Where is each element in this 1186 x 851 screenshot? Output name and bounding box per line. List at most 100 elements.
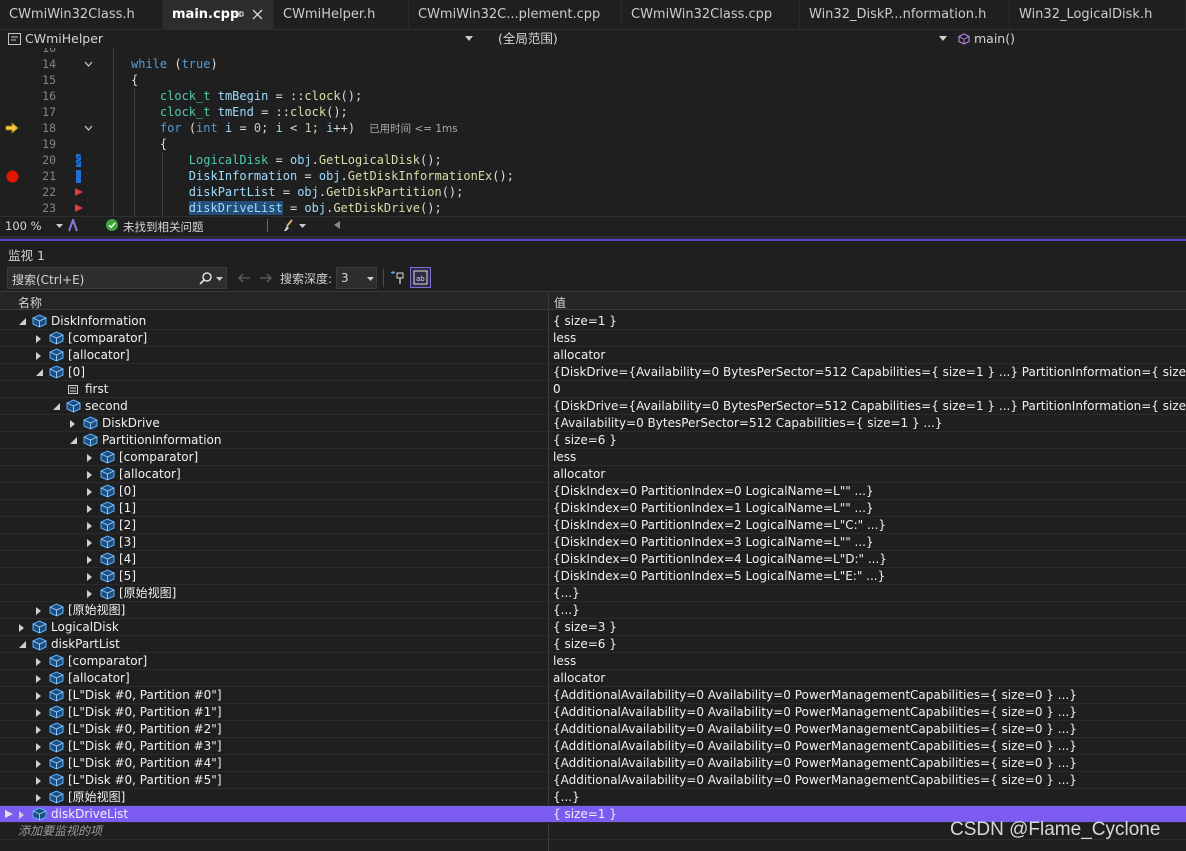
watch-row[interactable]: [L"Disk #0, Partition #3"] {AdditionalAva… xyxy=(0,738,1186,755)
tab-win32-diskp-nformation-h[interactable]: Win32_DiskP...nformation.h xyxy=(800,0,1010,30)
watch-row-value[interactable]: {AdditionalAvailability=0 Availability=0… xyxy=(553,687,1077,703)
watch-row-value[interactable]: {DiskIndex=0 PartitionIndex=2 LogicalNam… xyxy=(553,517,886,533)
scope-dropdown[interactable]: (全局范围) xyxy=(478,30,952,48)
watch-window-title[interactable]: 监视 1 xyxy=(8,245,45,264)
watch-row[interactable]: [allocator] allocator xyxy=(0,347,1186,364)
search-input[interactable]: 搜索(Ctrl+E) xyxy=(12,271,84,288)
hex-display-toggle-icon[interactable]: ab xyxy=(410,267,431,288)
collapsed-triangle-icon[interactable] xyxy=(36,709,41,717)
expanded-triangle-icon[interactable] xyxy=(53,403,60,410)
code-editor[interactable]: 16 14 while (true) 15 { 16 clock_t tmBeg… xyxy=(0,48,1186,216)
expanded-triangle-icon[interactable] xyxy=(19,641,26,648)
watch-row[interactable]: [allocator] allocator xyxy=(0,466,1186,483)
watch-row[interactable]: [4] {DiskIndex=0 PartitionIndex=4 Logical… xyxy=(0,551,1186,568)
watch-row[interactable]: [L"Disk #0, Partition #1"] {AdditionalAva… xyxy=(0,704,1186,721)
expanded-triangle-icon[interactable] xyxy=(36,369,43,376)
watch-row-value[interactable]: allocator xyxy=(553,466,605,482)
collapsed-triangle-icon[interactable] xyxy=(36,743,41,751)
collapsed-triangle-icon[interactable] xyxy=(19,624,24,632)
watch-row-value[interactable]: {...} xyxy=(553,789,580,805)
forward-arrow-icon[interactable] xyxy=(259,272,273,284)
watch-row[interactable]: second {DiskDrive={Availability=0 BytesPe… xyxy=(0,398,1186,415)
search-icon[interactable] xyxy=(199,272,212,285)
watch-row-value[interactable]: less xyxy=(553,330,576,346)
tab-cwmiwin32c-plement-cpp[interactable]: CWmiWin32C...plement.cpp xyxy=(409,0,622,30)
collapsed-triangle-icon[interactable] xyxy=(87,471,92,479)
watch-row[interactable]: diskPartList { size=6 } xyxy=(0,636,1186,653)
search-depth-dropdown[interactable]: 3 xyxy=(336,267,377,289)
watch-row-value[interactable]: {AdditionalAvailability=0 Availability=0… xyxy=(553,738,1077,754)
collapsed-triangle-icon[interactable] xyxy=(87,590,92,598)
watch-row-value[interactable]: {...} xyxy=(553,602,580,618)
collapsed-triangle-icon[interactable] xyxy=(36,335,41,343)
watch-row-value[interactable]: { size=1 } xyxy=(553,313,617,329)
collapsed-triangle-icon[interactable] xyxy=(87,505,92,513)
watch-row[interactable]: [0] {DiskIndex=0 PartitionIndex=0 Logical… xyxy=(0,483,1186,500)
search-box[interactable]: 搜索(Ctrl+E) xyxy=(7,267,227,289)
watch-row[interactable]: [L"Disk #0, Partition #4"] {AdditionalAva… xyxy=(0,755,1186,772)
watch-row[interactable]: [comparator] less xyxy=(0,653,1186,670)
collapsed-triangle-icon[interactable] xyxy=(36,607,41,615)
collapsed-triangle-icon[interactable] xyxy=(36,658,41,666)
watch-row-value[interactable]: less xyxy=(553,653,576,669)
run-to-here-icon[interactable] xyxy=(75,188,83,196)
watch-row-value[interactable]: allocator xyxy=(553,347,605,363)
watch-row-value[interactable]: less xyxy=(553,449,576,465)
watch-row-value[interactable]: {DiskIndex=0 PartitionIndex=1 LogicalNam… xyxy=(553,500,874,516)
watch-row-value[interactable]: { size=1 } xyxy=(553,806,617,822)
watch-row[interactable]: [原始视图] {...} xyxy=(0,602,1186,619)
watch-row-value[interactable]: {DiskIndex=0 PartitionIndex=3 LogicalNam… xyxy=(553,534,874,550)
collapsed-triangle-icon[interactable] xyxy=(36,777,41,785)
watch-row[interactable]: first 0 xyxy=(0,381,1186,398)
watch-row-value[interactable]: {...} xyxy=(553,585,580,601)
chevron-down-icon[interactable] xyxy=(56,224,63,228)
copilot-icon[interactable] xyxy=(67,219,79,232)
expanded-triangle-icon[interactable] xyxy=(70,437,77,444)
tab-main-cpp[interactable]: main.cpp xyxy=(163,0,274,30)
collapse-chevron-icon[interactable] xyxy=(84,61,93,67)
code-cleanup-brush-icon[interactable] xyxy=(282,219,295,232)
scroll-left-icon[interactable] xyxy=(334,221,340,229)
watch-row-value[interactable]: {AdditionalAvailability=0 Availability=0… xyxy=(553,704,1077,720)
watch-row[interactable]: [L"Disk #0, Partition #0"] {AdditionalAva… xyxy=(0,687,1186,704)
watch-row-value[interactable]: {AdditionalAvailability=0 Availability=0… xyxy=(553,755,1077,771)
watch-row[interactable]: DiskDrive {Availability=0 BytesPerSector=… xyxy=(0,415,1186,432)
zoom-dropdown[interactable]: 100 % xyxy=(5,219,42,233)
watch-row-value[interactable]: { size=6 } xyxy=(553,432,617,448)
run-to-here-icon[interactable] xyxy=(75,204,83,212)
watch-row[interactable]: DiskInformation { size=1 } xyxy=(0,313,1186,330)
watch-row-value[interactable]: {DiskDrive={Availability=0 BytesPerSecto… xyxy=(553,364,1186,380)
collapsed-triangle-icon[interactable] xyxy=(87,573,92,581)
column-header-value[interactable]: 值 xyxy=(554,294,566,311)
tab-win32-logicaldisk-h[interactable]: Win32_LogicalDisk.h xyxy=(1010,0,1186,30)
watch-row[interactable]: [comparator] less xyxy=(0,449,1186,466)
watch-row[interactable]: [1] {DiskIndex=0 PartitionIndex=1 Logical… xyxy=(0,500,1186,517)
collapsed-triangle-icon[interactable] xyxy=(36,692,41,700)
collapsed-triangle-icon[interactable] xyxy=(70,420,75,428)
collapse-chevron-icon[interactable] xyxy=(84,125,93,131)
watch-row-value[interactable]: {Availability=0 BytesPerSector=512 Capab… xyxy=(553,415,943,431)
collapsed-triangle-icon[interactable] xyxy=(36,352,41,360)
watch-row-value[interactable]: {AdditionalAvailability=0 Availability=0… xyxy=(553,772,1077,788)
watch-row[interactable]: [3] {DiskIndex=0 PartitionIndex=3 Logical… xyxy=(0,534,1186,551)
breakpoint-icon[interactable] xyxy=(6,170,19,183)
watch-row-value[interactable]: { size=6 } xyxy=(553,636,617,652)
watch-row[interactable]: [L"Disk #0, Partition #5"] {AdditionalAva… xyxy=(0,772,1186,789)
tab-cwmihelper-h[interactable]: CWmiHelper.h xyxy=(274,0,409,30)
collapsed-triangle-icon[interactable] xyxy=(36,726,41,734)
watch-row-value[interactable]: {AdditionalAvailability=0 Availability=0… xyxy=(553,721,1077,737)
watch-row[interactable]: [2] {DiskIndex=0 PartitionIndex=2 Logical… xyxy=(0,517,1186,534)
pin-source-icon[interactable] xyxy=(390,270,406,285)
expanded-triangle-icon[interactable] xyxy=(19,318,26,325)
collapsed-triangle-icon[interactable] xyxy=(87,539,92,547)
member-dropdown[interactable]: main() xyxy=(952,30,1186,48)
chevron-down-icon[interactable] xyxy=(299,224,306,228)
panel-splitter[interactable] xyxy=(0,236,1186,241)
watch-row[interactable]: PartitionInformation { size=6 } xyxy=(0,432,1186,449)
pin-icon[interactable] xyxy=(233,8,245,20)
collapsed-triangle-icon[interactable] xyxy=(87,454,92,462)
watch-row[interactable]: [L"Disk #0, Partition #2"] {AdditionalAva… xyxy=(0,721,1186,738)
watch-row-value[interactable]: {DiskIndex=0 PartitionIndex=0 LogicalNam… xyxy=(553,483,874,499)
issues-status[interactable]: 未找到相关问题 xyxy=(123,219,204,235)
watch-row-value[interactable]: {DiskIndex=0 PartitionIndex=5 LogicalNam… xyxy=(553,568,885,584)
